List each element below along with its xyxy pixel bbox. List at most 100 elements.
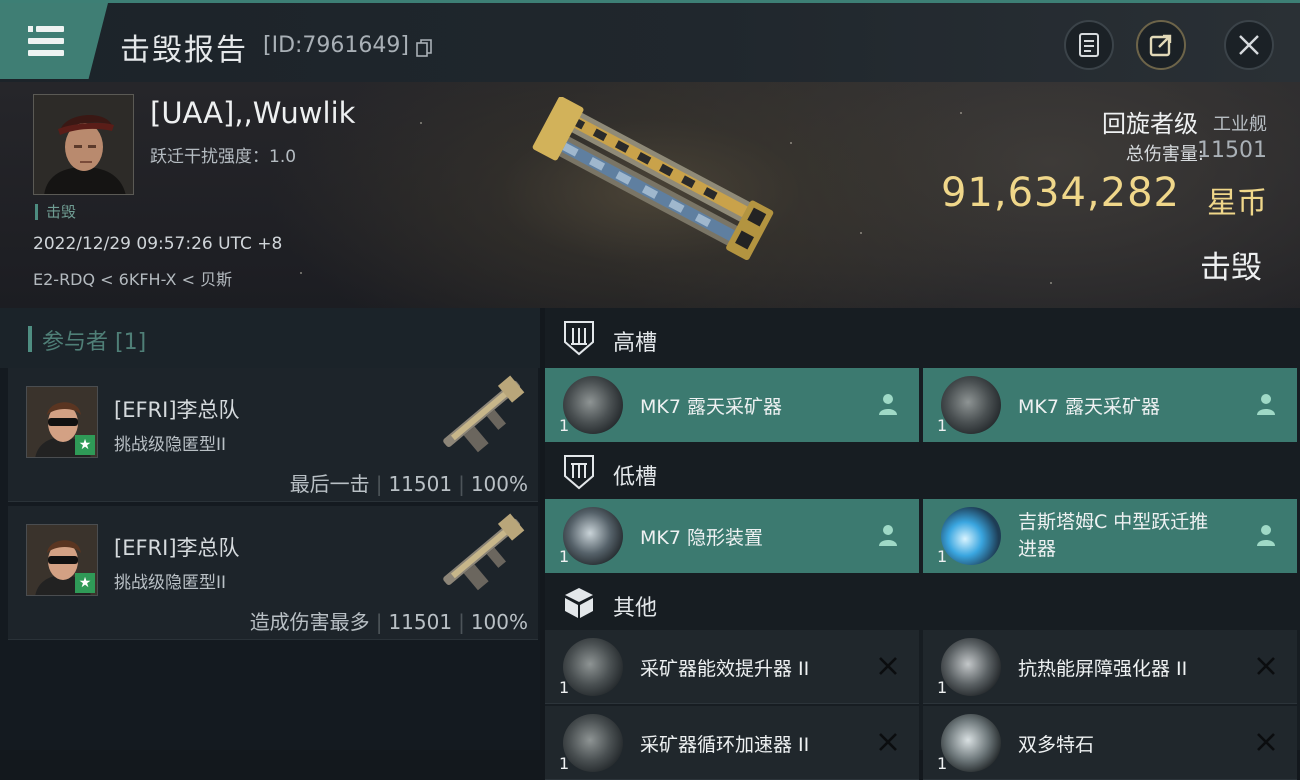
ship-render[interactable]	[515, 97, 780, 277]
ship-class: 工业舰	[1213, 114, 1267, 135]
star-icon: ★	[75, 435, 95, 455]
divider: |	[375, 472, 383, 496]
attacker-name[interactable]: [EFRI]李总队	[114, 532, 240, 562]
ship-name[interactable]: 回旋者级	[1102, 104, 1198, 139]
page-title: 击毁报告	[120, 33, 248, 68]
module-slot[interactable]: 1 吉斯塔姆C 中型跃迁推 进器	[923, 499, 1297, 573]
result-label: 击毁	[1200, 250, 1262, 286]
share-icon	[1149, 34, 1172, 57]
low-slot-icon	[564, 455, 594, 490]
module-name: 抗热能屏障强化器 II	[1018, 658, 1188, 680]
menu-icon-dot	[28, 26, 33, 32]
total-damage-value: 11501	[1197, 138, 1267, 163]
attacker-ship: 挑战级隐匿型II	[114, 573, 227, 593]
module-quantity: 1	[937, 754, 948, 773]
menu-icon-bar	[28, 38, 64, 44]
cube-icon	[565, 588, 593, 618]
copy-icon[interactable]	[416, 39, 432, 57]
attacker-role: 最后一击	[289, 472, 370, 496]
star	[860, 232, 862, 234]
module-name-line: 进器	[1018, 538, 1057, 560]
module-quantity: 1	[937, 678, 948, 697]
attacker-stats: 造成伤害最多 | 11501 | 100%	[250, 606, 528, 635]
ore-crystal-icon	[941, 714, 1001, 772]
module-name-line: 吉斯塔姆C 中型跃迁推	[1018, 511, 1209, 533]
star	[420, 122, 422, 124]
participants-label: 参与者 [1]	[42, 330, 147, 355]
module-slot[interactable]: 1 抗热能屏障强化器 II	[923, 630, 1297, 704]
destroyed-x-icon	[879, 733, 897, 751]
module-slot[interactable]: 1 MK7 露天采矿器	[923, 368, 1297, 442]
module-quantity: 1	[559, 416, 570, 435]
star	[1050, 282, 1052, 284]
star	[960, 112, 962, 114]
module-name: 双多特石	[1018, 734, 1095, 756]
module-name: 吉斯塔姆C 中型跃迁推 进器	[1018, 509, 1238, 563]
section-accent	[28, 326, 32, 352]
attacker-ship-icon[interactable]	[426, 372, 536, 462]
low-slot-header: 低槽	[545, 442, 1300, 502]
module-quantity: 1	[937, 547, 948, 566]
mining-upgrade-icon	[563, 714, 623, 772]
star-icon: ★	[75, 573, 95, 593]
cloaking-device-icon	[563, 507, 623, 565]
participants-panel: 参与者 [1] ★ [EFRI]李总队 挑战级隐匿型II 最后一击 | 1150…	[0, 308, 540, 750]
victim-name[interactable]: [UAA],,Wuwlik	[150, 96, 355, 130]
share-button[interactable]	[1136, 20, 1186, 70]
module-name: 采矿器能效提升器 II	[640, 658, 810, 680]
module-slot[interactable]: 1 MK7 露天采矿器	[545, 368, 919, 442]
dropped-person-icon	[1257, 394, 1275, 415]
victim-avatar[interactable]	[33, 94, 134, 195]
divider: |	[458, 610, 465, 634]
star	[300, 272, 302, 274]
attacker-damage: 11501	[388, 472, 453, 496]
low-slot-label: 低槽	[613, 465, 658, 490]
other-slot-header: 其他	[545, 573, 1300, 633]
isk-unit: 星币	[1207, 186, 1267, 221]
module-quantity: 1	[559, 754, 570, 773]
close-button[interactable]	[1224, 20, 1274, 70]
attacker-name[interactable]: [EFRI]李总队	[114, 394, 240, 424]
participants-header: 参与者 [1]	[0, 308, 540, 368]
attacker-ship: 挑战级隐匿型II	[114, 435, 227, 455]
mining-upgrade-icon	[563, 638, 623, 696]
module-slot[interactable]: 1 采矿器能效提升器 II	[545, 630, 919, 704]
document-icon	[1079, 33, 1099, 57]
other-slot-label: 其他	[613, 596, 658, 621]
high-slot-label: 高槽	[613, 331, 658, 356]
destroyed-x-icon	[879, 657, 897, 675]
attacker-ship-icon[interactable]	[426, 510, 536, 600]
attacker-percent: 100%	[470, 472, 528, 496]
module-quantity: 1	[559, 678, 570, 697]
attacker-percent: 100%	[470, 610, 528, 634]
dropped-person-icon	[879, 394, 897, 415]
attacker-row[interactable]: ★ [EFRI]李总队 挑战级隐匿型II 最后一击 | 11501 | 100%	[8, 368, 538, 502]
module-slot[interactable]: 1 MK7 隐形装置	[545, 499, 919, 573]
module-slot[interactable]: 1 采矿器循环加速器 II	[545, 706, 919, 780]
module-slot[interactable]: 1 双多特石	[923, 706, 1297, 780]
menu-button[interactable]	[0, 3, 108, 79]
pilot-portrait	[34, 95, 133, 194]
total-damage-label: 总伤害量:	[1125, 144, 1204, 165]
close-icon	[1239, 35, 1259, 55]
module-name: MK7 露天采矿器	[640, 396, 782, 418]
menu-icon	[36, 26, 64, 32]
document-button[interactable]	[1064, 20, 1114, 70]
menu-icon-bar	[28, 50, 64, 56]
warp-jam-strength: 跃迁干扰强度：1.0	[150, 147, 297, 167]
dropped-person-icon	[1257, 525, 1275, 546]
module-name: MK7 露天采矿器	[1018, 396, 1160, 418]
attacker-damage: 11501	[388, 610, 453, 634]
attacker-row[interactable]: ★ [EFRI]李总队 挑战级隐匿型II 造成伤害最多 | 11501 | 100%	[8, 506, 538, 640]
module-quantity: 1	[559, 547, 570, 566]
status-badge: 击毁	[35, 204, 76, 220]
shield-hardener-icon	[941, 638, 1001, 696]
kill-location[interactable]: E2-RDQ < 6KFH-X < 贝斯	[33, 266, 232, 290]
report-id: [ID:7961649]	[263, 33, 409, 58]
destroyed-x-icon	[1257, 657, 1275, 675]
high-slot-header: 高槽	[545, 308, 1300, 368]
module-name: 采矿器循环加速器 II	[640, 734, 810, 756]
attacker-stats: 最后一击 | 11501 | 100%	[290, 468, 528, 497]
microwarpdrive-icon	[941, 507, 1001, 565]
module-quantity: 1	[937, 416, 948, 435]
